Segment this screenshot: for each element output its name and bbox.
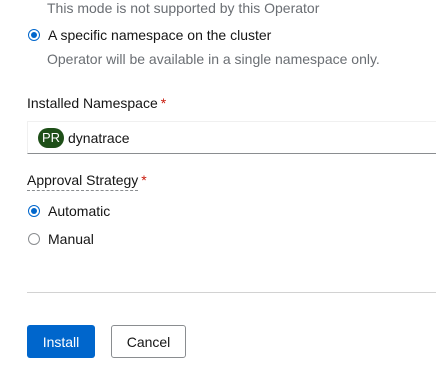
form-divider	[27, 292, 436, 293]
automatic-radio[interactable]	[28, 205, 40, 217]
approval-manual-option[interactable]: Manual	[28, 230, 94, 248]
project-badge: PR	[38, 127, 64, 148]
all-namespaces-helper-text: This mode is not supported by this Opera…	[47, 0, 320, 16]
namespace-value: dynatrace	[68, 129, 130, 146]
required-marker: *	[141, 172, 147, 188]
required-marker: *	[160, 95, 167, 111]
approval-automatic-option[interactable]: Automatic	[28, 202, 110, 220]
install-button[interactable]: Install	[27, 325, 95, 358]
installed-namespace-label: Installed Namespace *	[27, 94, 166, 112]
approval-strategy-label-text: Approval Strategy	[27, 172, 139, 191]
cancel-button[interactable]: Cancel	[111, 325, 186, 358]
specific-namespace-option[interactable]: A specific namespace on the cluster	[28, 26, 271, 44]
specific-namespace-radio[interactable]	[28, 29, 40, 41]
automatic-label[interactable]: Automatic	[48, 202, 110, 220]
specific-namespace-label[interactable]: A specific namespace on the cluster	[48, 26, 271, 44]
installed-namespace-field[interactable]: PR dynatrace	[27, 121, 436, 154]
manual-radio[interactable]	[28, 233, 40, 245]
manual-label[interactable]: Manual	[48, 230, 94, 248]
specific-namespace-helper-text: Operator will be available in a single n…	[47, 51, 380, 67]
approval-strategy-label: Approval Strategy *	[27, 171, 147, 191]
installed-namespace-label-text: Installed Namespace	[27, 95, 158, 111]
